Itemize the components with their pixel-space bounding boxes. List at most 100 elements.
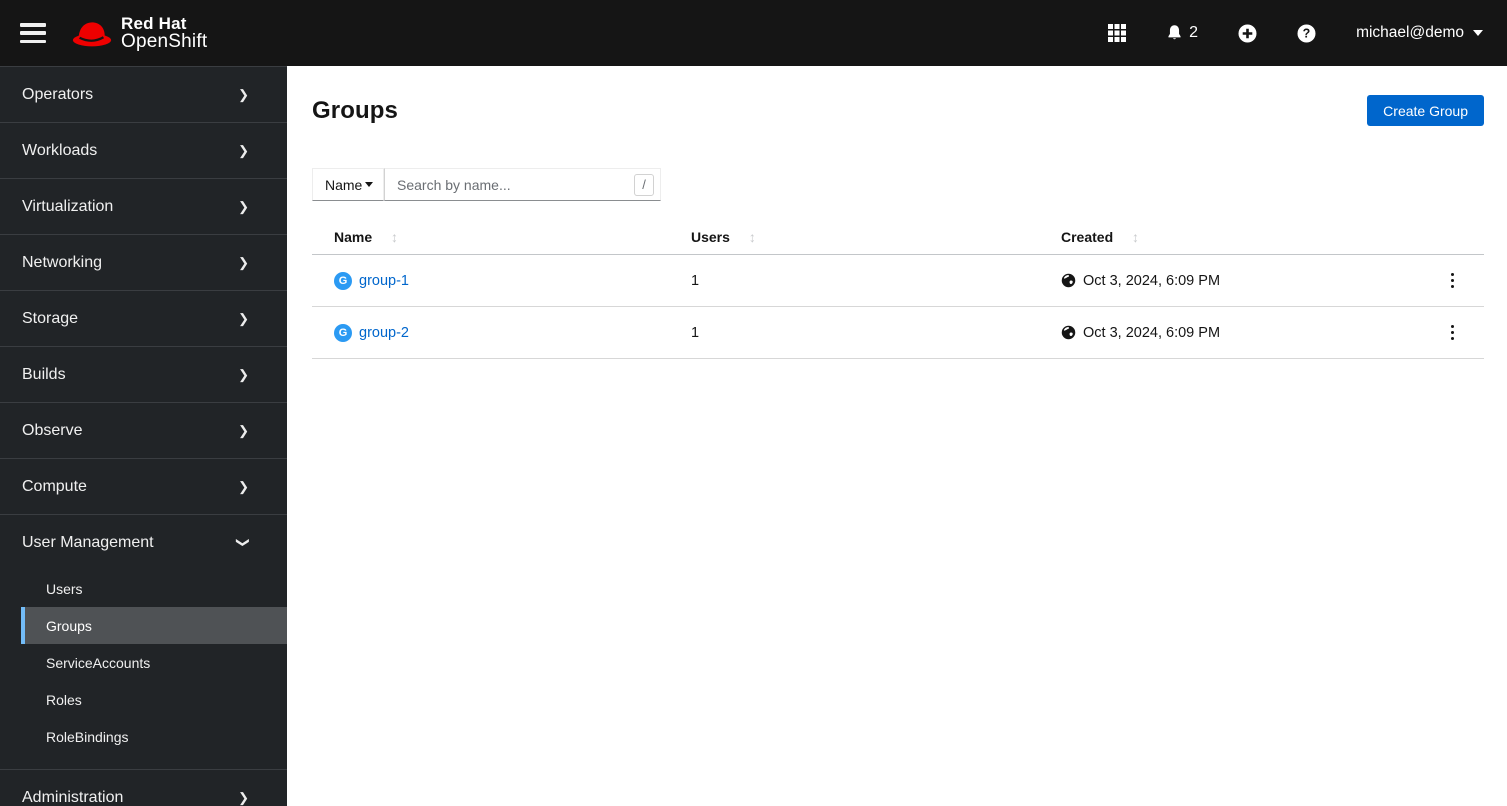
sidebar-section: Workloads ❯ (0, 122, 287, 178)
sidebar-section: Virtualization ❯ (0, 178, 287, 234)
notification-count: 2 (1189, 24, 1199, 41)
created-timestamp: Oct 3, 2024, 6:09 PM (1061, 325, 1404, 341)
sidebar-item-roles[interactable]: Roles (21, 681, 287, 718)
chevron-right-icon: ❯ (238, 199, 249, 214)
search-input[interactable] (384, 168, 661, 201)
sidebar-item-operators[interactable]: Operators ❯ (0, 66, 287, 122)
sidebar-section: User Management ❯ Users Groups ServiceAccoun… (0, 514, 287, 769)
app-launcher-button[interactable] (1108, 24, 1127, 42)
sidebar-section: Storage ❯ (0, 290, 287, 346)
chevron-right-icon: ❯ (238, 311, 249, 326)
brand-line1: Red Hat (121, 13, 187, 33)
groups-table: Name ↕ Users ↕ Created ↕ Ggroup-1 1 Oct 3,… (312, 225, 1484, 359)
sort-icon[interactable]: ↕ (391, 229, 398, 245)
sidebar-item-label: Observe (22, 421, 83, 439)
sidebar-item-storage[interactable]: Storage ❯ (0, 290, 287, 346)
sidebar-item-label: Builds (22, 365, 66, 383)
globe-icon (1061, 273, 1076, 288)
sidebar-item-label: Networking (22, 253, 103, 271)
column-header-name[interactable]: Name ↕ (312, 225, 675, 255)
sidebar-item-compute[interactable]: Compute ❯ (0, 458, 287, 514)
sidebar-nav: Operators ❯ Workloads ❯ Virtualization ❯ Netwo… (0, 66, 287, 806)
table-header-row: Name ↕ Users ↕ Created ↕ (312, 225, 1484, 255)
sidebar-item-label: Compute (22, 477, 87, 495)
sidebar-item-virtualization[interactable]: Virtualization ❯ (0, 178, 287, 234)
table-row: Ggroup-1 1 Oct 3, 2024, 6:09 PM (312, 254, 1484, 307)
page-header: Groups Create Group (312, 95, 1484, 126)
bell-icon (1168, 25, 1181, 40)
table-row: Ggroup-2 1 Oct 3, 2024, 6:09 PM (312, 306, 1484, 359)
sidebar-item-label: User Management (22, 533, 154, 551)
question-circle-icon: ? (1297, 24, 1316, 42)
chevron-right-icon: ❯ (238, 479, 249, 494)
column-header-users[interactable]: Users ↕ (675, 225, 1045, 255)
column-header-created[interactable]: Created ↕ (1045, 225, 1420, 255)
group-resource-icon: G (334, 271, 352, 290)
chevron-right-icon: ❯ (238, 790, 249, 805)
masthead-toolbar: 2 ? michael@demo (1108, 24, 1507, 43)
users-count: 1 (675, 254, 1045, 307)
apps-grid-icon (1108, 24, 1127, 42)
sidebar-section: Compute ❯ (0, 458, 287, 514)
chevron-down-icon: ❯ (236, 537, 252, 548)
sidebar-item-serviceaccounts[interactable]: ServiceAccounts (21, 644, 287, 681)
sidebar-section: Networking ❯ (0, 234, 287, 290)
user-menu-button[interactable]: michael@demo (1356, 24, 1483, 42)
kebab-menu-button[interactable] (1447, 269, 1458, 292)
keyboard-shortcut-hint: / (634, 173, 654, 196)
sidebar-item-workloads[interactable]: Workloads ❯ (0, 122, 287, 178)
plus-circle-icon (1238, 24, 1257, 42)
notifications-button[interactable]: 2 (1166, 24, 1198, 42)
sidebar-item-networking[interactable]: Networking ❯ (0, 234, 287, 290)
hamburger-icon (20, 23, 46, 27)
created-timestamp: Oct 3, 2024, 6:09 PM (1061, 273, 1404, 289)
sidebar-section: Operators ❯ (0, 66, 287, 122)
sidebar-item-rolebindings[interactable]: RoleBindings (21, 718, 287, 755)
chevron-right-icon: ❯ (238, 423, 249, 438)
nav-toggle-button[interactable] (20, 23, 46, 43)
main-content: Groups Create Group Name / Name ↕ (287, 66, 1507, 806)
sidebar-section: Builds ❯ (0, 346, 287, 402)
filter-field-dropdown[interactable]: Name (312, 168, 384, 201)
users-count: 1 (675, 306, 1045, 359)
chevron-right-icon: ❯ (238, 255, 249, 270)
chevron-right-icon: ❯ (238, 367, 249, 382)
column-header-actions (1420, 225, 1484, 255)
sidebar-item-observe[interactable]: Observe ❯ (0, 402, 287, 458)
redhat-fedora-icon (72, 22, 112, 47)
sidebar-item-label: Administration (22, 788, 124, 806)
sort-icon[interactable]: ↕ (749, 229, 756, 245)
filter-toolbar: Name / (312, 168, 1484, 201)
sidebar-item-groups[interactable]: Groups (21, 607, 287, 644)
sidebar-item-label: Virtualization (22, 197, 114, 215)
filter-field-label: Name (325, 176, 363, 193)
sidebar-item-users[interactable]: Users (21, 570, 287, 607)
sidebar-section: Observe ❯ (0, 402, 287, 458)
chevron-right-icon: ❯ (238, 143, 249, 158)
chevron-right-icon: ❯ (238, 87, 249, 102)
caret-down-icon (1473, 30, 1483, 36)
sidebar-item-label: Operators (22, 85, 94, 103)
sidebar-item-builds[interactable]: Builds ❯ (0, 346, 287, 402)
brand-line2: OpenShift (121, 30, 208, 52)
caret-down-icon (365, 182, 373, 187)
sidebar-item-administration[interactable]: Administration ❯ (0, 769, 287, 806)
svg-text:?: ? (1303, 26, 1311, 40)
search-field-wrap: / (384, 168, 661, 201)
sidebar-item-user-management[interactable]: User Management ❯ (0, 514, 287, 570)
kebab-menu-button[interactable] (1447, 321, 1458, 344)
globe-icon (1061, 325, 1076, 340)
quick-create-button[interactable] (1238, 24, 1257, 43)
sidebar-item-label: Storage (22, 309, 79, 327)
masthead: Red Hat OpenShift 2 ? michael@demo (0, 0, 1507, 66)
group-link[interactable]: group-2 (359, 325, 409, 341)
sort-icon[interactable]: ↕ (1132, 229, 1139, 245)
brand-logo: Red Hat OpenShift (71, 13, 208, 52)
sidebar-item-label: Workloads (22, 141, 98, 159)
help-button[interactable]: ? (1297, 24, 1316, 43)
create-group-button[interactable]: Create Group (1367, 95, 1484, 126)
group-link[interactable]: group-1 (359, 273, 409, 289)
page-title: Groups (312, 96, 398, 124)
username: michael@demo (1356, 24, 1464, 41)
group-resource-icon: G (334, 323, 352, 342)
